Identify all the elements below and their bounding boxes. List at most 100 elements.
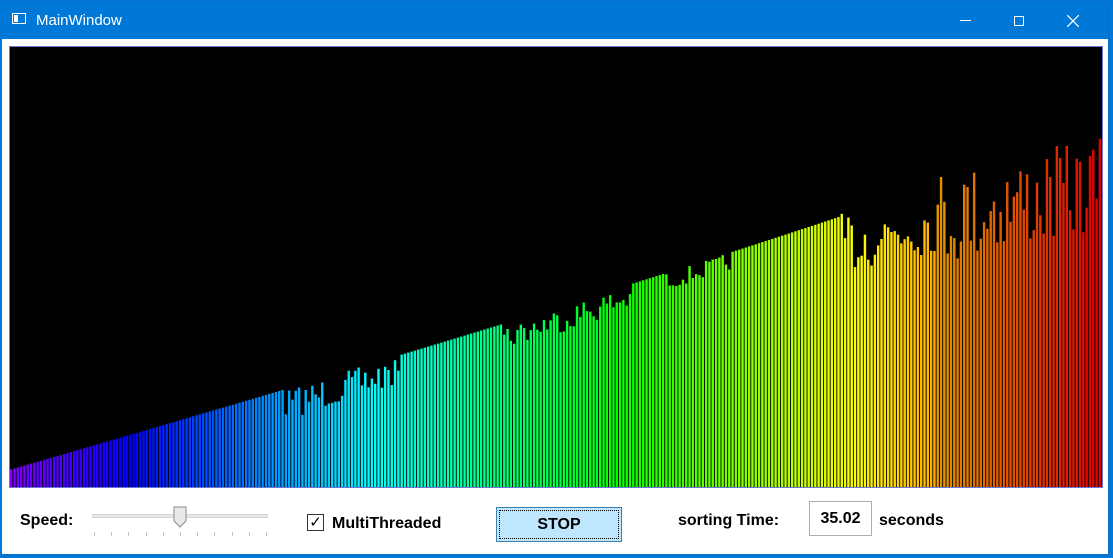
sort-bar bbox=[357, 367, 360, 487]
sort-bar bbox=[618, 302, 622, 487]
sort-bar bbox=[1009, 221, 1012, 487]
sort-bar bbox=[506, 329, 509, 487]
minimize-icon bbox=[959, 20, 971, 21]
sort-bar bbox=[304, 390, 307, 487]
sort-bar bbox=[483, 329, 486, 487]
sort-bar bbox=[939, 177, 943, 487]
sort-bar bbox=[499, 324, 503, 487]
sort-bar bbox=[426, 346, 430, 487]
sort-bar bbox=[96, 444, 99, 487]
sort-bar bbox=[436, 343, 440, 487]
sort-bar bbox=[675, 285, 678, 487]
sort-bar bbox=[407, 352, 410, 487]
sort-bar bbox=[860, 255, 863, 487]
sort-bar bbox=[880, 239, 883, 487]
sort-bar bbox=[1065, 146, 1069, 487]
sort-bar bbox=[929, 250, 933, 487]
speed-slider[interactable] bbox=[92, 506, 270, 536]
sort-bar bbox=[873, 254, 877, 487]
sort-bar bbox=[645, 279, 648, 487]
stop-button[interactable]: STOP bbox=[496, 507, 622, 542]
slider-tick bbox=[162, 532, 164, 536]
sort-bar bbox=[314, 394, 317, 487]
sort-bar bbox=[840, 213, 843, 487]
sort-bar bbox=[476, 331, 479, 487]
sort-bar bbox=[886, 227, 890, 487]
sort-bar bbox=[410, 351, 413, 487]
sort-bar bbox=[354, 370, 357, 487]
sort-bar bbox=[890, 232, 893, 487]
seconds-label: seconds bbox=[879, 512, 944, 529]
sort-bar bbox=[330, 402, 334, 487]
sort-bar bbox=[1075, 158, 1078, 487]
sort-bar bbox=[1055, 146, 1059, 487]
sort-bar bbox=[215, 409, 218, 487]
slider-thumb[interactable] bbox=[173, 506, 187, 528]
sort-bar bbox=[334, 401, 337, 487]
sort-bar bbox=[254, 397, 258, 487]
minimize-button[interactable] bbox=[942, 2, 988, 39]
sort-bar bbox=[433, 344, 436, 487]
slider-tick bbox=[180, 532, 181, 536]
sort-bar bbox=[605, 303, 609, 487]
sort-bar bbox=[238, 402, 241, 487]
sort-bar bbox=[522, 328, 526, 487]
sort-bar bbox=[1045, 159, 1049, 487]
sort-bar bbox=[188, 417, 192, 487]
sort-bar bbox=[317, 397, 321, 487]
sort-bar bbox=[592, 316, 595, 487]
sort-bar bbox=[688, 266, 691, 487]
sort-bar bbox=[979, 238, 982, 487]
sort-bar bbox=[529, 330, 532, 487]
sort-bar bbox=[350, 377, 354, 487]
sort-bar bbox=[913, 250, 916, 487]
sort-bar bbox=[900, 243, 903, 487]
sort-bar bbox=[172, 422, 175, 487]
sort-bar bbox=[466, 334, 470, 487]
sort-bar bbox=[182, 419, 185, 487]
sorting-time-field[interactable]: 35.02 bbox=[809, 501, 872, 536]
sort-bar bbox=[638, 281, 642, 487]
sort-bar bbox=[287, 390, 291, 487]
multithreaded-label[interactable]: MultiThreaded bbox=[332, 515, 441, 533]
sort-bar bbox=[397, 370, 400, 487]
close-button[interactable] bbox=[1050, 2, 1096, 39]
sort-bar bbox=[982, 222, 986, 487]
sort-bar bbox=[1078, 161, 1082, 487]
sort-bar bbox=[896, 234, 900, 487]
sort-bar bbox=[370, 378, 374, 487]
sort-bar bbox=[496, 325, 499, 487]
sort-bar bbox=[754, 244, 757, 487]
maximize-button[interactable] bbox=[996, 2, 1042, 39]
sort-bar bbox=[152, 427, 155, 487]
sort-bar bbox=[870, 265, 873, 487]
sort-bar bbox=[777, 236, 781, 487]
sort-bar bbox=[307, 401, 311, 487]
sort-bar bbox=[956, 258, 959, 487]
sort-bar bbox=[36, 461, 39, 487]
sort-bar bbox=[790, 232, 794, 487]
sort-bar bbox=[205, 412, 208, 487]
sort-bar bbox=[1098, 138, 1102, 487]
sort-bar bbox=[380, 387, 384, 487]
sort-bar bbox=[281, 390, 284, 487]
sort-bar bbox=[781, 235, 784, 487]
sort-bar bbox=[99, 443, 102, 487]
sort-bar bbox=[241, 401, 245, 487]
title-bar[interactable]: MainWindow bbox=[2, 2, 1108, 39]
sort-bar bbox=[377, 368, 380, 487]
sort-bar bbox=[225, 406, 228, 487]
sort-bar bbox=[142, 430, 145, 487]
sort-bar bbox=[145, 429, 149, 487]
sort-bar bbox=[549, 320, 552, 487]
sort-bar bbox=[460, 336, 463, 487]
sort-bar bbox=[417, 349, 420, 487]
main-window: MainWindow Speed: ✓ MultiThreaded STOP s… bbox=[1, 1, 1109, 555]
multithreaded-checkbox[interactable]: ✓ bbox=[307, 514, 324, 531]
sort-bar bbox=[635, 282, 638, 487]
sort-bar bbox=[546, 329, 549, 487]
sort-bar bbox=[248, 399, 251, 487]
sort-bar bbox=[953, 238, 956, 487]
sort-bar bbox=[1062, 183, 1065, 487]
sort-bar bbox=[1058, 158, 1062, 487]
